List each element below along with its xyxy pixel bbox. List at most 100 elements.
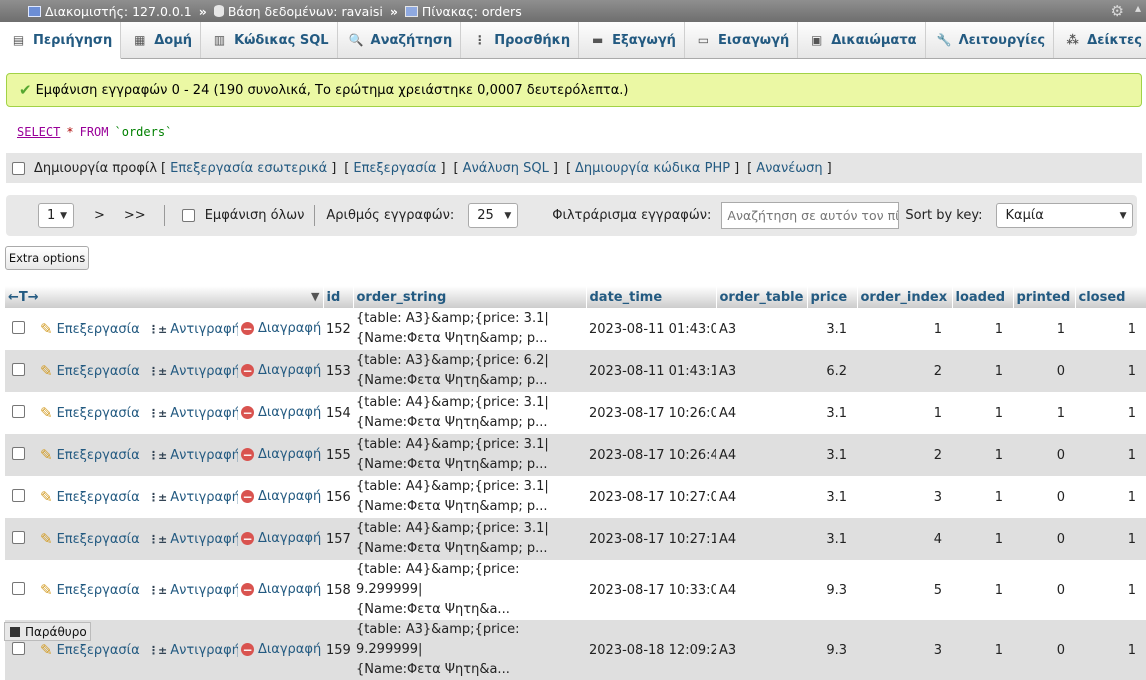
cell-closed[interactable]: 1 [1075,392,1146,434]
column-header-price[interactable]: price [807,286,858,308]
cell-order-index[interactable]: 2 [857,350,952,392]
resize-arrows-icon[interactable]: ←T→ [8,290,39,305]
row-edit-button[interactable]: ✎ Επεξεργασία [40,641,140,659]
cell-printed[interactable]: 0 [1013,350,1075,392]
cell-order-string[interactable]: {table: A4}&amp;{price: 3.1| {Name:Φετα Ψ… [353,434,586,476]
row-checkbox[interactable] [12,581,25,595]
row-edit-button[interactable]: ✎ Επεξεργασία [40,530,140,548]
cell-order-table[interactable]: A3 [716,308,807,350]
cell-order-table[interactable]: A4 [716,518,807,560]
cell-order-table[interactable]: A4 [716,476,807,518]
cell-loaded[interactable]: 1 [952,560,1013,620]
cell-price[interactable]: 3.1 [807,308,857,350]
cell-id[interactable]: 153 [323,350,353,392]
cell-printed[interactable]: 1 [1013,308,1075,350]
row-copy-button[interactable]: ⋮± Αντιγραφή [148,643,238,658]
cell-price[interactable]: 3.1 [807,434,857,476]
cell-loaded[interactable]: 1 [952,392,1013,434]
cell-order-table[interactable]: A4 [716,392,807,434]
cell-printed[interactable]: 0 [1013,560,1075,620]
row-edit-button[interactable]: ✎ Επεξεργασία [40,404,140,422]
tab-import[interactable]: ▭ Εισαγωγή [684,22,799,58]
explain-sql-link[interactable]: Ανάλυση SQL [463,161,549,176]
cell-closed[interactable]: 1 [1075,308,1146,350]
cell-order-table[interactable]: A4 [716,560,807,620]
row-checkbox[interactable] [12,320,25,334]
row-delete-button[interactable]: − Διαγραφή [241,582,321,597]
cell-date-time[interactable]: 2023-08-17 10:26:40 [586,434,716,476]
filter-rows-input[interactable]: Αναζήτηση σε αυτόν τον πίνα [721,202,900,229]
cell-loaded[interactable]: 1 [952,350,1013,392]
tab-search[interactable]: 🔍 Αναζήτηση [337,22,462,58]
cell-closed[interactable]: 1 [1075,350,1146,392]
cell-order-table[interactable]: A3 [716,620,807,680]
row-copy-button[interactable]: ⋮± Αντιγραφή [148,532,238,547]
column-options-icon[interactable]: ▼ [311,290,319,303]
row-checkbox[interactable] [12,530,25,544]
tab-sql[interactable]: ▥ Κώδικας SQL [201,22,338,58]
row-edit-button[interactable]: ✎ Επεξεργασία [40,320,140,338]
breadcrumb-table[interactable]: Πίνακας: orders [404,4,522,19]
cell-printed[interactable]: 0 [1013,620,1075,680]
cell-order-index[interactable]: 5 [857,560,952,620]
row-edit-button[interactable]: ✎ Επεξεργασία [40,446,140,464]
refresh-link[interactable]: Ανανέωση [756,161,822,176]
column-header-id[interactable]: id [323,286,354,308]
column-header-order-table[interactable]: order_table [716,286,808,308]
cell-price[interactable]: 9.3 [807,620,857,680]
column-header-loaded[interactable]: loaded [952,286,1014,308]
tab-operations[interactable]: 🔧 Λειτουργίες [925,22,1055,58]
breadcrumb-server[interactable]: Διακομιστής: 127.0.0.1 [28,4,192,19]
cell-order-string[interactable]: {table: A4}&amp;{price: 3.1| {Name:Φετα Ψ… [353,518,586,560]
last-page-button[interactable]: >> [124,208,146,223]
row-edit-button[interactable]: ✎ Επεξεργασία [40,488,140,506]
cell-closed[interactable]: 1 [1075,434,1146,476]
cell-closed[interactable]: 1 [1075,560,1146,620]
cell-date-time[interactable]: 2023-08-17 10:27:10 [586,518,716,560]
cell-order-string[interactable]: {table: A4}&amp;{price: 3.1| {Name:Φετα Ψ… [353,392,586,434]
edit-query-link[interactable]: Επεξεργασία [353,161,436,176]
row-checkbox[interactable] [12,641,25,655]
cell-id[interactable]: 157 [323,518,353,560]
cell-price[interactable]: 6.2 [807,350,857,392]
column-header-order-index[interactable]: order_index [857,286,953,308]
next-page-button[interactable]: > [94,208,105,223]
row-copy-button[interactable]: ⋮± Αντιγραφή [148,583,238,598]
breadcrumb-database[interactable]: Βάση δεδομένων: ravaisi [213,4,383,19]
cell-id[interactable]: 158 [323,560,353,620]
cell-order-index[interactable]: 3 [857,476,952,518]
extra-options-button[interactable]: Extra options [5,246,89,270]
cell-price[interactable]: 3.1 [807,518,857,560]
row-copy-button[interactable]: ⋮± Αντιγραφή [148,364,238,379]
cell-order-string[interactable]: {table: A3}&amp;{price: 3.1| {Name:Φετα Ψ… [353,308,586,350]
column-header-order-string[interactable]: order_string [353,286,587,308]
cell-closed[interactable]: 1 [1075,518,1146,560]
gear-icon[interactable]: ⚙ [1111,2,1124,20]
cell-id[interactable]: 156 [323,476,353,518]
page-select[interactable]: 1 ▼ [38,203,74,228]
row-checkbox[interactable] [12,488,25,502]
cell-printed[interactable]: 0 [1013,434,1075,476]
row-delete-button[interactable]: − Διαγραφή [241,642,321,657]
cell-loaded[interactable]: 1 [952,308,1013,350]
column-header-date-time[interactable]: date_time [586,286,717,308]
column-header-printed[interactable]: printed [1013,286,1076,308]
cell-loaded[interactable]: 1 [952,620,1013,680]
cell-id[interactable]: 152 [323,308,353,350]
cell-printed[interactable]: 1 [1013,392,1075,434]
rows-count-select[interactable]: 25 ▼ [468,203,519,228]
cell-date-time[interactable]: 2023-08-17 10:27:03 [586,476,716,518]
cell-date-time[interactable]: 2023-08-11 01:43:00 [586,308,716,350]
row-copy-button[interactable]: ⋮± Αντιγραφή [148,406,238,421]
cell-order-index[interactable]: 1 [857,308,952,350]
cell-printed[interactable]: 0 [1013,518,1075,560]
cell-date-time[interactable]: 2023-08-17 10:33:09 [586,560,716,620]
row-copy-button[interactable]: ⋮± Αντιγραφή [148,448,238,463]
show-all-checkbox[interactable] [181,209,195,222]
cell-order-string[interactable]: {table: A4}&amp;{price: 3.1| {Name:Φετα Ψ… [353,476,586,518]
cell-price[interactable]: 9.3 [807,560,857,620]
sql-query[interactable]: SELECT * FROM `orders` [6,112,1142,152]
profiling-checkbox[interactable] [12,161,25,175]
cell-closed[interactable]: 1 [1075,620,1146,680]
console-toggle[interactable]: Παράθυρο [4,622,91,641]
